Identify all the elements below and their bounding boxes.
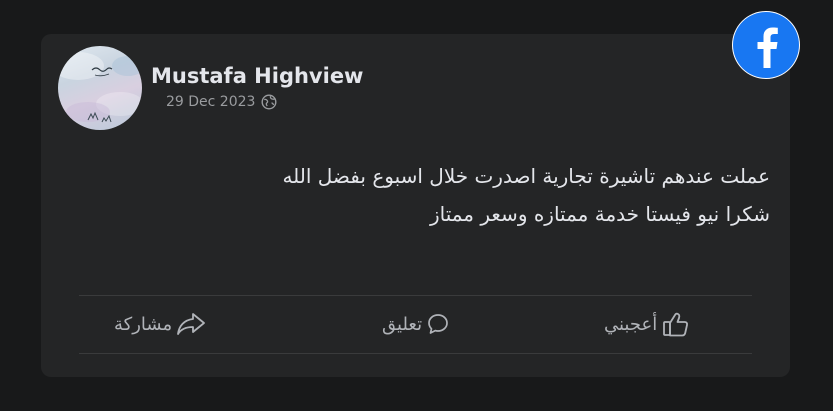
share-button[interactable]: مشاركة: [114, 306, 206, 342]
page: Mustafa Highview 29 Dec 2023 عملت عندهم …: [0, 0, 833, 411]
share-arrow-icon: [177, 313, 206, 335]
avatar[interactable]: [58, 46, 142, 130]
post-date[interactable]: 29 Dec 2023: [166, 94, 255, 110]
post-text-line: شكرا نيو فيستا خدمة ممتازه وسعر ممتاز: [429, 202, 770, 226]
author-name[interactable]: Mustafa Highview: [151, 64, 363, 88]
like-label: أعجبني: [604, 313, 658, 335]
globe-icon: [261, 94, 277, 110]
divider: [79, 295, 752, 296]
facebook-logo-icon: [732, 11, 800, 79]
comment-button[interactable]: تعليق: [382, 306, 450, 342]
post-text-line: عملت عندهم تاشيرة تجارية اصدرت خلال اسبو…: [282, 164, 770, 188]
divider: [79, 353, 752, 354]
comment-bubble-icon: [428, 314, 448, 334]
thumbs-up-icon: [663, 312, 689, 337]
like-button[interactable]: أعجبني: [604, 306, 691, 342]
share-label: مشاركة: [114, 313, 173, 335]
comment-label: تعليق: [382, 313, 423, 335]
post-meta: 29 Dec 2023: [166, 94, 277, 110]
